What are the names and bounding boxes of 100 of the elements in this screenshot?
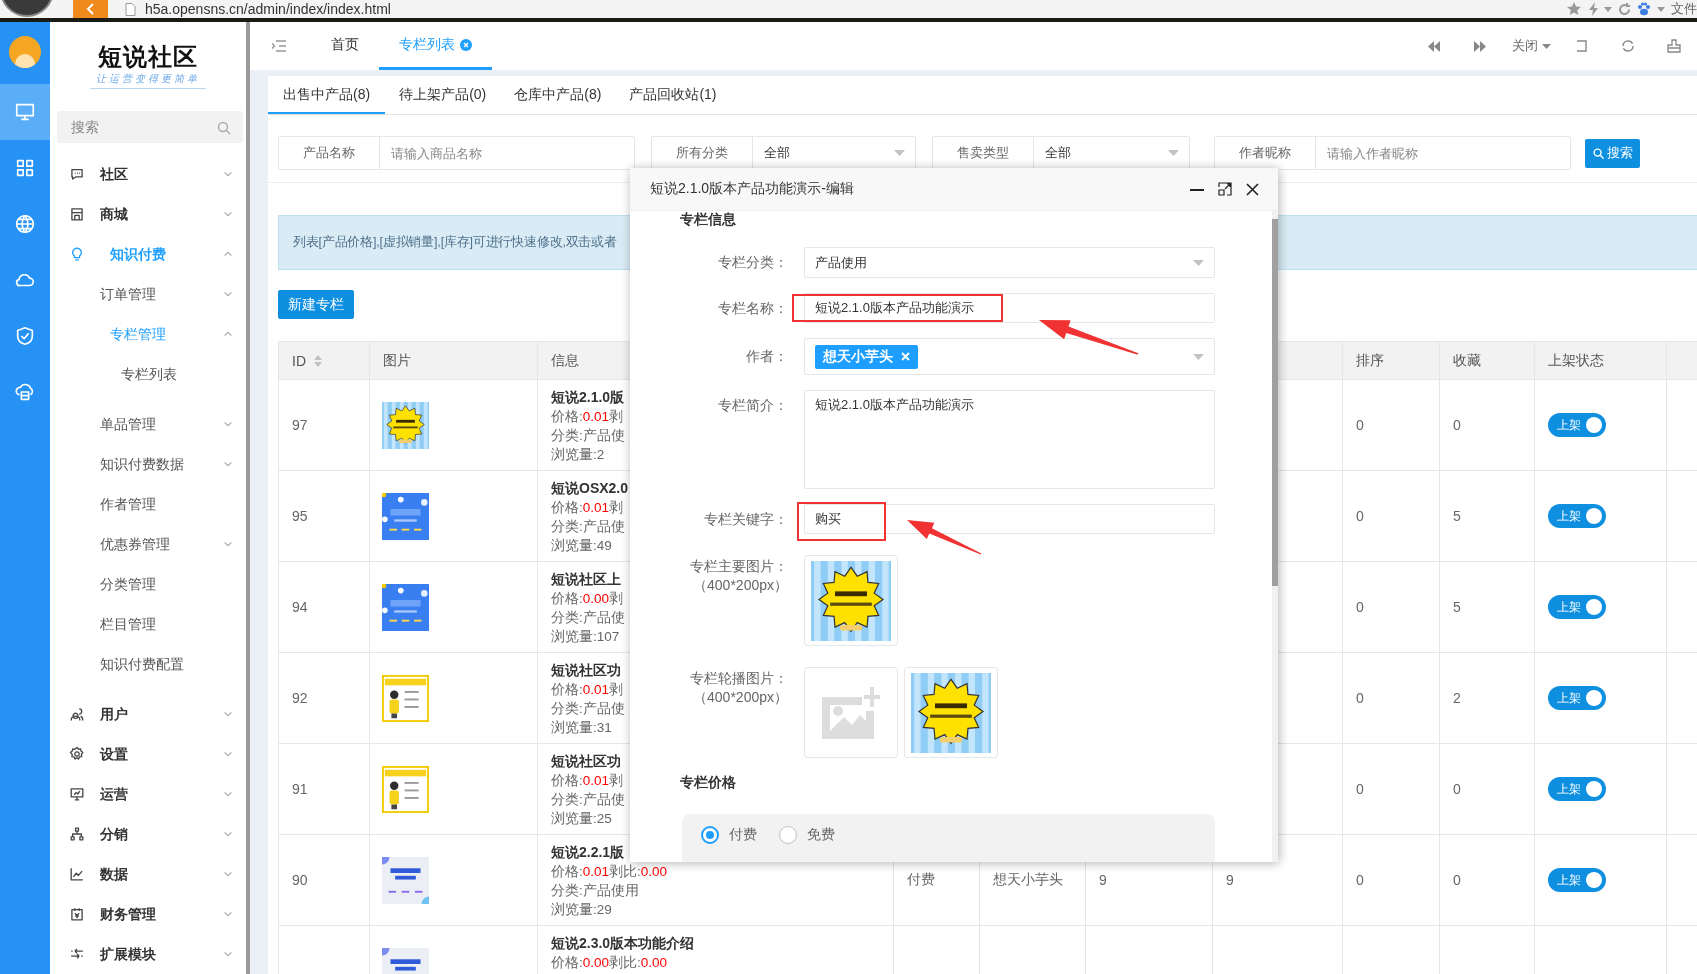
address-text[interactable]: h5a.opensns.cn/admin/index/index.html [145, 0, 391, 18]
broom-icon[interactable] [1667, 39, 1681, 53]
price-text: 价格:0.01剥 [551, 681, 624, 699]
table-cell: 0 [1343, 744, 1440, 835]
paw-icon[interactable] [1637, 2, 1651, 16]
menu-item[interactable]: 财务管理 [100, 905, 156, 923]
menu-item[interactable]: 商城 [100, 205, 128, 223]
category-text: 分类:产品使 [551, 700, 625, 718]
presentation-icon [69, 786, 85, 802]
submenu-item[interactable]: 单品管理 [100, 415, 156, 433]
menu-item[interactable]: 社区 [100, 165, 128, 183]
refresh-icon[interactable] [1621, 39, 1635, 53]
dialog-title: 短说2.1.0版本产品功能演示-编辑 [650, 180, 854, 198]
submenu-item[interactable]: 知识付费配置 [100, 655, 184, 673]
close-icon[interactable] [1246, 182, 1259, 196]
menu-text[interactable]: 文件 [1671, 0, 1697, 18]
menu-icon[interactable] [272, 40, 286, 52]
menu-item[interactable]: 运营 [100, 785, 128, 803]
maximize-icon[interactable] [1218, 182, 1232, 196]
search-field[interactable]: 搜索 [57, 110, 243, 143]
star-icon[interactable] [1567, 2, 1583, 16]
price-text: 价格:0.01剥 [551, 499, 624, 517]
column-header: 图片 [383, 351, 411, 370]
menu-item[interactable]: 设置 [100, 745, 128, 763]
table-cell: 92 [292, 690, 308, 706]
textarea-field[interactable]: 短说2.1.0版本产品功能演示 [804, 390, 1215, 489]
text-input[interactable]: 请输入作者昵称 [1316, 145, 1570, 161]
table-cell: 0 [1440, 744, 1535, 835]
back-button[interactable] [73, 0, 108, 18]
lightning-icon[interactable] [1589, 2, 1598, 16]
radio-label[interactable]: 免费 [807, 826, 835, 844]
upload-button[interactable] [804, 667, 898, 758]
submenu-item[interactable]: 专栏列表 [121, 365, 177, 383]
page-tab[interactable]: 首页 [311, 22, 379, 70]
submenu-item[interactable]: 优惠券管理 [100, 535, 170, 553]
tab[interactable]: 待上架产品(0) [385, 76, 501, 114]
tab[interactable]: 产品回收站(1) [615, 76, 731, 114]
bracket-icon[interactable] [1576, 40, 1588, 52]
views-text: 浏览量:29 [551, 901, 612, 919]
table-cell: 0 [1343, 471, 1440, 562]
menu-item[interactable]: 扩展模块 [100, 945, 156, 963]
menu-item[interactable]: 数据 [100, 865, 128, 883]
add-image-icon [822, 686, 880, 739]
store-icon [69, 206, 85, 222]
input-field[interactable]: 购买 [804, 504, 1215, 534]
line-chart-icon [69, 866, 85, 882]
monitor-icon[interactable] [0, 84, 50, 140]
double-left-icon[interactable] [1428, 40, 1440, 52]
avatar-icon[interactable] [9, 36, 41, 68]
submenu-item[interactable]: 分类管理 [100, 575, 156, 593]
select-field[interactable]: 产品使用 [804, 247, 1215, 278]
column-header: 排序 [1356, 351, 1384, 370]
table-cell: 91 [292, 781, 308, 797]
category-text: 分类:产品使 [551, 518, 625, 536]
section-title: 专栏信息 [680, 211, 737, 229]
arrows-icon [69, 946, 85, 962]
table-cell: 5 [1440, 562, 1535, 653]
caret-icon [1193, 353, 1204, 360]
refresh-icon[interactable] [1618, 2, 1631, 16]
filter-field[interactable]: 产品名称 请输入商品名称 [278, 136, 635, 170]
field-hint: （400*200px） [693, 688, 788, 707]
radio-button[interactable] [701, 826, 719, 844]
table-cell: 2 [1440, 653, 1535, 744]
radio-label[interactable]: 付费 [729, 826, 757, 844]
chat-icon [69, 166, 85, 182]
category-text: 分类:产品使 [551, 427, 625, 445]
filter-field[interactable]: 作者昵称 请输入作者昵称 [1214, 136, 1571, 170]
field-label: 作者： [746, 347, 788, 366]
search-icon [217, 120, 231, 135]
price-text: 价格:0.00剥 [551, 590, 624, 608]
table-cell: 0 [1343, 562, 1440, 653]
sort-icon[interactable] [314, 354, 322, 367]
field-hint: （400*200px） [693, 576, 788, 595]
column-header[interactable]: ID [292, 352, 306, 369]
submenu-item[interactable]: 作者管理 [100, 495, 156, 513]
tab[interactable]: 出售中产品(8) [268, 76, 386, 114]
submenu-item[interactable]: 知识付费数据 [100, 455, 184, 473]
menu-item[interactable]: 用户 [100, 705, 128, 723]
bulb-icon [69, 246, 85, 262]
caret-icon[interactable] [1657, 6, 1665, 12]
caret-icon[interactable] [1604, 6, 1612, 12]
double-right-icon[interactable] [1474, 40, 1486, 52]
field-label: 专栏名称： [718, 298, 788, 318]
radio-button[interactable] [779, 826, 797, 844]
caret-icon [894, 150, 905, 156]
caret-icon [1193, 259, 1204, 266]
input-field[interactable]: 短说2.1.0版本产品功能演示 [804, 293, 1215, 323]
views-text: 浏览量:49 [551, 537, 612, 555]
submenu-item[interactable]: 栏目管理 [100, 615, 156, 633]
scrollbar[interactable] [1272, 219, 1278, 586]
close-menu-button[interactable]: 关闭 [1503, 22, 1559, 70]
field-label: 专栏分类： [718, 253, 788, 272]
menu-item[interactable]: 分销 [100, 825, 128, 843]
chevron-left-icon [85, 3, 96, 15]
remove-icon[interactable] [901, 352, 910, 361]
category-text: 分类:产品使 [551, 609, 625, 627]
text-input[interactable]: 请输入商品名称 [380, 145, 634, 161]
submenu-item[interactable]: 订单管理 [100, 285, 156, 303]
tab[interactable]: 仓库中产品(8) [500, 76, 616, 114]
product-title: 短说OSX2.0 [551, 479, 629, 498]
